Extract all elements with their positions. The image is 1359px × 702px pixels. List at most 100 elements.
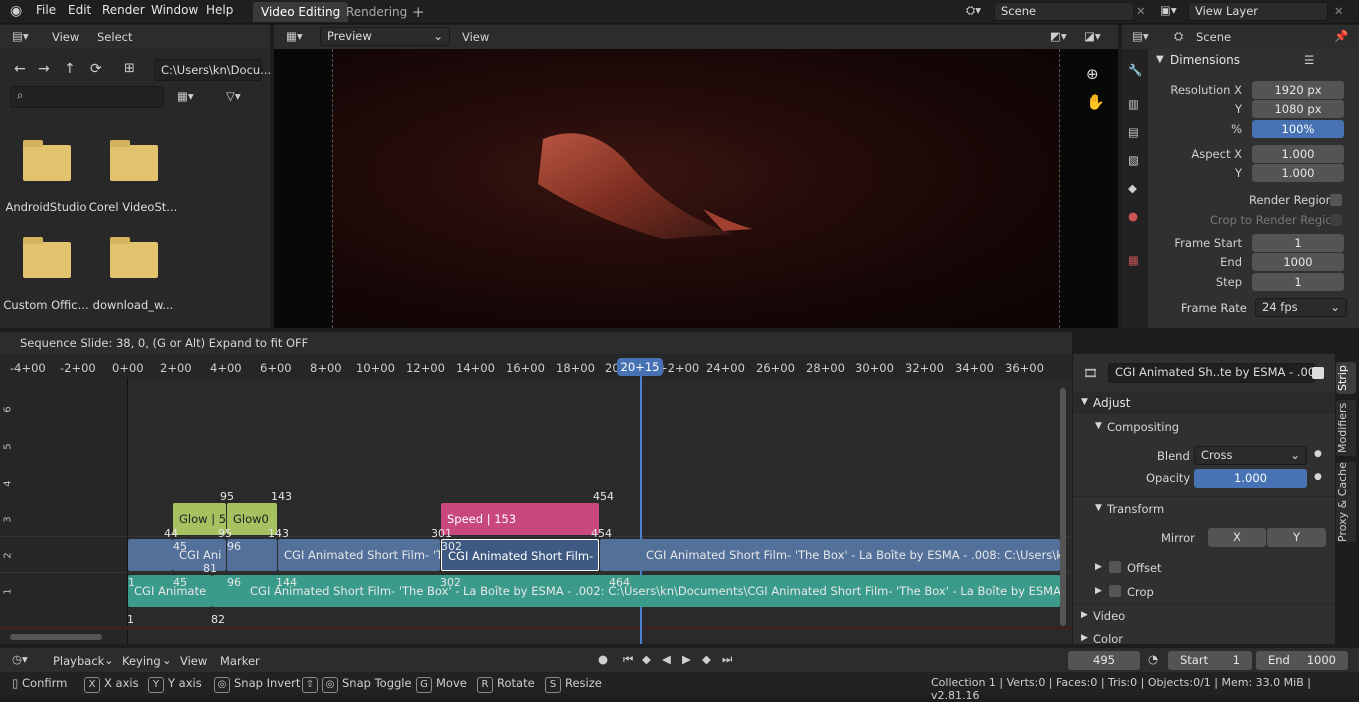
resolution-percent-field[interactable]: 100% <box>1252 120 1344 138</box>
output-icon[interactable]: ▤ <box>1128 125 1139 139</box>
play-icon[interactable]: ▶ <box>682 652 691 666</box>
folder-icon[interactable] <box>110 140 158 181</box>
path-field[interactable]: C:\Users\kn\Docu... <box>154 59 271 81</box>
presets-icon[interactable]: ☰ <box>1304 53 1314 67</box>
strip-mute-checkbox[interactable] <box>1312 367 1324 379</box>
subpanel-collapse-icon[interactable]: ▼ <box>1095 503 1102 513</box>
aspect-y-field[interactable]: 1.000 <box>1252 164 1344 182</box>
search-input[interactable]: ⌕ <box>10 86 164 108</box>
color-panel[interactable]: Color <box>1093 632 1123 646</box>
view-layer-icon[interactable]: ▣▾ <box>1160 3 1177 17</box>
overlay-icon[interactable]: ◩▾ <box>1050 29 1067 43</box>
frame-rate-select[interactable]: 24 fps ⌄ <box>1255 298 1347 317</box>
menu-playback[interactable]: Playback <box>53 654 104 668</box>
crop-region-checkbox[interactable] <box>1330 214 1342 226</box>
sound-strip[interactable]: CGI Animate <box>128 575 212 607</box>
subpanel-expand-icon[interactable]: ▶ <box>1095 586 1102 596</box>
aspect-x-field[interactable]: 1.000 <box>1252 145 1344 163</box>
forward-icon[interactable]: → <box>38 61 50 77</box>
panel-expand-icon[interactable]: ▶ <box>1081 610 1088 620</box>
close-icon[interactable]: ✕ <box>1136 4 1146 18</box>
tab-strip[interactable]: Strip <box>1336 362 1356 394</box>
scrollbar[interactable] <box>1060 388 1066 626</box>
crop-checkbox[interactable] <box>1109 585 1121 597</box>
pin-icon[interactable]: 📌 <box>1334 29 1348 43</box>
sound-strip[interactable]: CGI Animated Short Film- 'The Box' - La … <box>212 575 1060 607</box>
tab-video-editing[interactable]: Video Editing <box>253 2 349 22</box>
gizmo-icon[interactable]: ◪▾ <box>1084 29 1101 43</box>
compositing-subpanel[interactable]: Compositing <box>1107 420 1179 434</box>
panel-collapse-icon[interactable]: ▼ <box>1081 397 1088 407</box>
crop-subpanel[interactable]: Crop <box>1127 585 1154 599</box>
movie-strip[interactable]: CGI Animated Short Film- 'Th <box>278 539 440 571</box>
offset-subpanel[interactable]: Offset <box>1127 561 1162 575</box>
end-frame-field[interactable]: End 1000 <box>1256 651 1348 670</box>
prev-keyframe-icon[interactable]: ◆ <box>642 652 651 666</box>
preview-mode-select[interactable]: Preview ⌄ <box>320 27 450 46</box>
menu-window[interactable]: Window <box>151 3 198 17</box>
subpanel-collapse-icon[interactable]: ▼ <box>1095 421 1102 431</box>
opacity-field[interactable]: 1.000 <box>1194 469 1307 488</box>
back-icon[interactable]: ← <box>14 61 26 77</box>
keyframe-dot-icon[interactable]: ● <box>1314 449 1322 459</box>
offset-checkbox[interactable] <box>1109 561 1121 573</box>
menu-marker[interactable]: Marker <box>220 654 260 668</box>
zoom-icon[interactable]: ⊕ <box>1086 65 1099 83</box>
view-layer-icon[interactable]: ▧ <box>1128 153 1139 167</box>
start-frame-field[interactable]: Start 1 <box>1168 651 1252 670</box>
pan-hand-icon[interactable]: ✋ <box>1086 93 1105 111</box>
menu-select[interactable]: Select <box>97 30 132 44</box>
menu-view[interactable]: View <box>462 30 489 44</box>
parent-dir-icon[interactable]: ↑ <box>64 61 76 77</box>
tool-icon[interactable]: 🔧 <box>1128 63 1142 77</box>
display-mode-icon[interactable]: ▦▾ <box>177 89 194 103</box>
blend-select[interactable]: Cross ⌄ <box>1194 446 1307 465</box>
blender-logo-icon[interactable]: ◉ <box>10 3 22 19</box>
menu-help[interactable]: Help <box>206 3 233 17</box>
current-frame-indicator[interactable]: 20+15 <box>617 358 663 376</box>
texture-icon[interactable]: ▦ <box>1128 253 1139 267</box>
filter-icon[interactable]: ▽▾ <box>226 89 241 103</box>
play-reverse-icon[interactable]: ◀ <box>662 652 671 666</box>
frame-step-field[interactable]: 1 <box>1252 273 1344 291</box>
scene-selector[interactable]: Scene <box>994 2 1134 21</box>
scene-icon[interactable]: ◆ <box>1128 181 1137 195</box>
panel-collapse-icon[interactable]: ▼ <box>1156 54 1164 65</box>
add-workspace-button[interactable]: + <box>404 2 433 22</box>
refresh-icon[interactable]: ⟳ <box>90 61 102 77</box>
movie-strip[interactable] <box>128 539 173 571</box>
panel-title[interactable]: Dimensions <box>1170 53 1240 67</box>
jump-start-icon[interactable]: ⏮ <box>623 652 633 667</box>
adjust-panel-title[interactable]: Adjust <box>1093 396 1131 410</box>
movie-strip[interactable]: CGI Animated Short Film- 'The Box' - La … <box>600 539 1060 571</box>
movie-strip-selected[interactable]: CGI Animated Short Film- 'Th <box>441 539 599 571</box>
menu-view[interactable]: View <box>180 654 207 668</box>
h-scrollbar[interactable] <box>10 634 102 640</box>
strip-name-field[interactable]: CGI Animated Sh..te by ESMA - .007 <box>1108 363 1315 383</box>
jump-end-icon[interactable]: ⏭ <box>722 652 732 667</box>
menu-render[interactable]: Render <box>102 3 145 17</box>
record-icon[interactable]: ● <box>598 652 608 666</box>
frame-start-field[interactable]: 1 <box>1252 234 1344 252</box>
menu-keying[interactable]: Keying <box>122 654 161 668</box>
menu-file[interactable]: File <box>36 3 56 17</box>
mirror-y-toggle[interactable]: Y <box>1267 528 1326 547</box>
stopwatch-icon[interactable]: ◔ <box>1148 652 1158 666</box>
frame-end-field[interactable]: 1000 <box>1252 253 1344 271</box>
folder-icon[interactable] <box>23 140 71 181</box>
menu-view[interactable]: View <box>52 30 79 44</box>
render-region-checkbox[interactable] <box>1330 194 1342 206</box>
editor-type-icon[interactable]: ▤▾ <box>1132 29 1149 43</box>
view-layer-selector[interactable]: View Layer <box>1188 2 1328 21</box>
editor-type-icon[interactable]: ▦▾ <box>286 29 303 43</box>
menu-edit[interactable]: Edit <box>68 3 91 17</box>
panel-expand-icon[interactable]: ▶ <box>1081 633 1088 643</box>
transform-subpanel[interactable]: Transform <box>1107 502 1164 516</box>
effect-strip-speed[interactable]: Speed | 153 <box>441 503 599 535</box>
resolution-y-field[interactable]: 1080 px <box>1252 100 1344 118</box>
folder-icon[interactable] <box>23 237 71 278</box>
tab-modifiers[interactable]: Modifiers <box>1336 400 1356 456</box>
preview-viewport[interactable]: ⊕ ✋ <box>274 49 1118 328</box>
render-icon[interactable]: ▥ <box>1128 97 1139 111</box>
resolution-x-field[interactable]: 1920 px <box>1252 81 1344 99</box>
